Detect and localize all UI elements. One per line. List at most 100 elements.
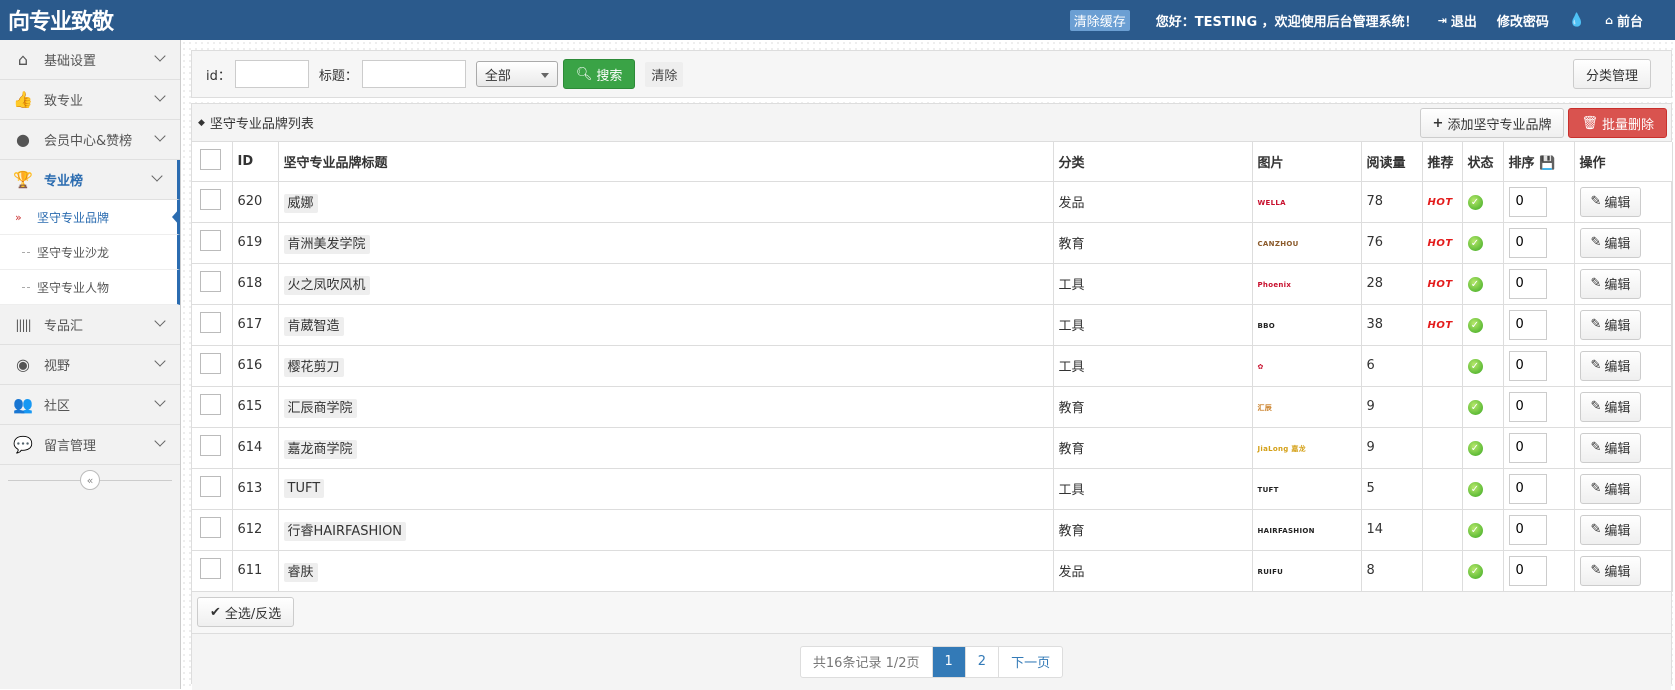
- edit-button[interactable]: ✎ 编辑: [1579, 514, 1642, 545]
- status-check-icon[interactable]: ✓: [1467, 358, 1483, 374]
- page-2[interactable]: 2: [966, 646, 1000, 677]
- row-title[interactable]: 睿肤: [283, 563, 318, 582]
- theme-toggle[interactable]: 💧: [1569, 13, 1585, 28]
- sidebar: ⌂ 基础设置 👍 致专业 ● 会员中心&赞榜 🏆 专业榜 » 坚守专业品牌 坚守…: [0, 40, 181, 689]
- select-all-toggle-button[interactable]: ✔ 全选/反选: [197, 597, 295, 627]
- subitem-people[interactable]: 坚守专业人物: [0, 270, 180, 305]
- header-title[interactable]: 坚守专业品牌标题: [278, 142, 1054, 182]
- droplet-icon: 💧: [1568, 12, 1586, 28]
- collapse-sidebar-icon[interactable]: «: [80, 470, 100, 490]
- edit-button[interactable]: ✎ 编辑: [1579, 186, 1642, 217]
- row-title[interactable]: 汇辰商学院: [283, 399, 357, 418]
- title-input[interactable]: [361, 60, 466, 88]
- home-icon: ⌂: [17, 50, 29, 69]
- row-checkbox[interactable]: [200, 435, 221, 456]
- row-title[interactable]: 肯葳智造: [283, 317, 344, 336]
- status-check-icon[interactable]: ✓: [1467, 481, 1483, 497]
- status-check-icon[interactable]: ✓: [1467, 235, 1483, 251]
- status-check-icon[interactable]: ✓: [1467, 399, 1483, 415]
- row-category: 工具: [1053, 468, 1253, 510]
- sidebar-item-basic-settings[interactable]: ⌂ 基础设置: [0, 40, 180, 80]
- status-check-icon[interactable]: ✓: [1467, 194, 1483, 210]
- row-checkbox[interactable]: [200, 558, 221, 579]
- row-recommend-cell: HOT: [1422, 304, 1463, 346]
- sort-input[interactable]: [1508, 514, 1547, 545]
- row-checkbox[interactable]: [200, 517, 221, 538]
- sort-input[interactable]: [1508, 186, 1547, 217]
- pagination-area: 共16条记录 1/2页 1 2 下一页: [192, 633, 1671, 690]
- status-check-icon[interactable]: ✓: [1467, 522, 1483, 538]
- row-checkbox[interactable]: [200, 230, 221, 251]
- edit-button[interactable]: ✎ 编辑: [1579, 268, 1642, 299]
- row-checkbox[interactable]: [200, 394, 221, 415]
- id-input[interactable]: [234, 60, 309, 88]
- status-check-icon[interactable]: ✓: [1467, 276, 1483, 292]
- row-title[interactable]: 威娜: [283, 194, 318, 213]
- sort-input[interactable]: [1508, 227, 1547, 258]
- hot-badge[interactable]: HOT: [1428, 279, 1453, 290]
- edit-button[interactable]: ✎ 编辑: [1579, 555, 1642, 586]
- edit-button[interactable]: ✎ 编辑: [1579, 309, 1642, 340]
- sidebar-item-vision[interactable]: ◉ 视野: [0, 345, 180, 385]
- row-checkbox[interactable]: [200, 353, 221, 374]
- sort-input[interactable]: [1508, 555, 1547, 586]
- select-all-checkbox[interactable]: [200, 148, 221, 170]
- row-checkbox[interactable]: [200, 189, 221, 210]
- row-title-cell: 火之凤吹风机: [278, 263, 1054, 305]
- hot-badge[interactable]: HOT: [1428, 320, 1453, 331]
- header-views[interactable]: 阅读量: [1361, 142, 1423, 182]
- batch-delete-button[interactable]: 🗑︎ 批量删除: [1568, 108, 1667, 138]
- sidebar-item-member-center[interactable]: ● 会员中心&赞榜: [0, 120, 180, 160]
- category-select[interactable]: 全部: [475, 61, 558, 87]
- sidebar-item-zhuanye-bang[interactable]: 🏆 专业榜: [0, 160, 180, 200]
- clear-cache-button[interactable]: 清除缓存: [1069, 9, 1130, 31]
- row-title[interactable]: 樱花剪刀: [283, 358, 344, 377]
- add-brand-button[interactable]: + 添加坚守专业品牌: [1419, 108, 1565, 138]
- edit-button[interactable]: ✎ 编辑: [1579, 473, 1642, 504]
- sort-input[interactable]: [1508, 473, 1547, 504]
- status-check-icon[interactable]: ✓: [1467, 563, 1483, 579]
- save-sort-icon[interactable]: 💾: [1539, 156, 1555, 171]
- chevron-down-icon: [154, 395, 166, 407]
- search-button[interactable]: 🔍︎ 搜索: [562, 59, 636, 89]
- sort-input[interactable]: [1508, 350, 1547, 381]
- sort-input[interactable]: [1508, 432, 1547, 463]
- sort-input[interactable]: [1508, 309, 1547, 340]
- row-title[interactable]: 嘉龙商学院: [283, 440, 357, 459]
- header-category[interactable]: 分类: [1053, 142, 1253, 182]
- row-checkbox[interactable]: [200, 476, 221, 497]
- edit-button[interactable]: ✎ 编辑: [1579, 227, 1642, 258]
- edit-button[interactable]: ✎ 编辑: [1579, 432, 1642, 463]
- sidebar-item-community[interactable]: 👥 社区: [0, 385, 180, 425]
- header-id[interactable]: ID: [232, 142, 279, 182]
- frontend-link[interactable]: ⌂ 前台: [1605, 11, 1643, 30]
- subitem-salon[interactable]: 坚守专业沙龙: [0, 235, 180, 270]
- sort-input[interactable]: [1508, 391, 1547, 422]
- edit-button[interactable]: ✎ 编辑: [1579, 391, 1642, 422]
- status-check-icon[interactable]: ✓: [1467, 440, 1483, 456]
- sort-input[interactable]: [1508, 268, 1547, 299]
- sidebar-item-zhi-zhuanye[interactable]: 👍 致专业: [0, 80, 180, 120]
- brand-logo-image: ✿: [1257, 363, 1264, 371]
- subitem-brand[interactable]: » 坚守专业品牌: [0, 200, 180, 235]
- next-page-link[interactable]: 下一页: [999, 647, 1062, 677]
- sidebar-item-zhuanpin-hui[interactable]: ||||| 专品汇: [0, 305, 180, 345]
- row-checkbox[interactable]: [200, 271, 221, 292]
- edit-button[interactable]: ✎ 编辑: [1579, 350, 1642, 381]
- user-icon: ●: [16, 130, 30, 149]
- hot-badge[interactable]: HOT: [1428, 197, 1453, 208]
- status-check-icon[interactable]: ✓: [1467, 317, 1483, 333]
- sidebar-item-messages[interactable]: 💬 留言管理: [0, 425, 180, 465]
- page-1[interactable]: 1: [932, 646, 966, 677]
- hot-badge[interactable]: HOT: [1428, 238, 1453, 249]
- row-title[interactable]: 行睿HAIRFASHION: [283, 522, 407, 541]
- logout-link[interactable]: ⇥ 退出: [1438, 11, 1477, 30]
- category-manage-button[interactable]: 分类管理: [1572, 59, 1651, 89]
- row-title[interactable]: TUFT: [283, 479, 325, 498]
- row-title[interactable]: 肯洲美发学院: [283, 235, 370, 254]
- row-title[interactable]: 火之凤吹风机: [283, 276, 370, 295]
- site-logo[interactable]: 向专业致敬: [8, 4, 114, 36]
- change-password-link[interactable]: 修改密码: [1497, 11, 1549, 30]
- row-checkbox[interactable]: [200, 312, 221, 333]
- clear-button[interactable]: 清除: [645, 61, 684, 87]
